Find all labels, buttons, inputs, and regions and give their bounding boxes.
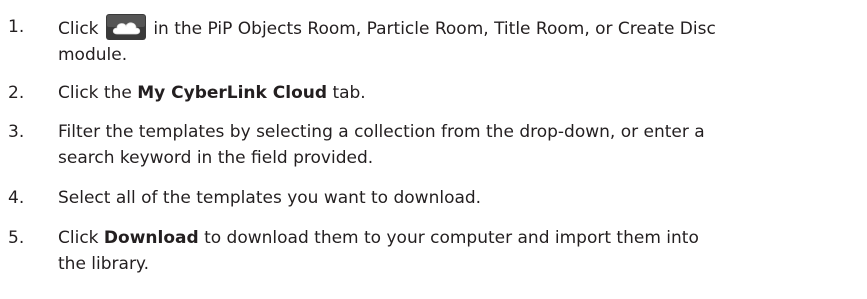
step-number: 4.	[8, 188, 25, 208]
step-line-2: module.	[58, 45, 128, 65]
step-suffix: tab.	[332, 83, 366, 103]
step-number: 5.	[8, 228, 25, 248]
step-number: 3.	[8, 122, 25, 142]
step-text: Filter the templates by selecting a coll…	[58, 119, 863, 171]
step-text: Click Download to download them to your …	[58, 225, 863, 277]
step-prefix: Click	[58, 228, 99, 248]
step-text: Click in the PiP Objects Room, Particle …	[58, 14, 863, 68]
step-prefix: Click	[58, 19, 99, 39]
step-line-2: search keyword in the field provided.	[58, 148, 374, 168]
tab-name: My CyberLink Cloud	[137, 83, 328, 103]
step-line-1: Filter the templates by selecting a coll…	[58, 122, 705, 142]
step-suffix: to download them to your computer and im…	[204, 228, 699, 248]
step-prefix: Click the	[58, 83, 132, 103]
step-number: 1.	[8, 17, 25, 37]
cloud-icon	[105, 14, 146, 40]
step-line-2: the library.	[58, 254, 149, 274]
step-suffix: in the PiP Objects Room, Particle Room, …	[153, 19, 716, 39]
step-text: Select all of the templates you want to …	[58, 185, 863, 211]
step-text: Click the My CyberLink Cloud tab.	[58, 80, 863, 106]
button-name: Download	[103, 228, 199, 248]
step-line-1: Select all of the templates you want to …	[58, 188, 482, 208]
step-number: 2.	[8, 83, 25, 103]
